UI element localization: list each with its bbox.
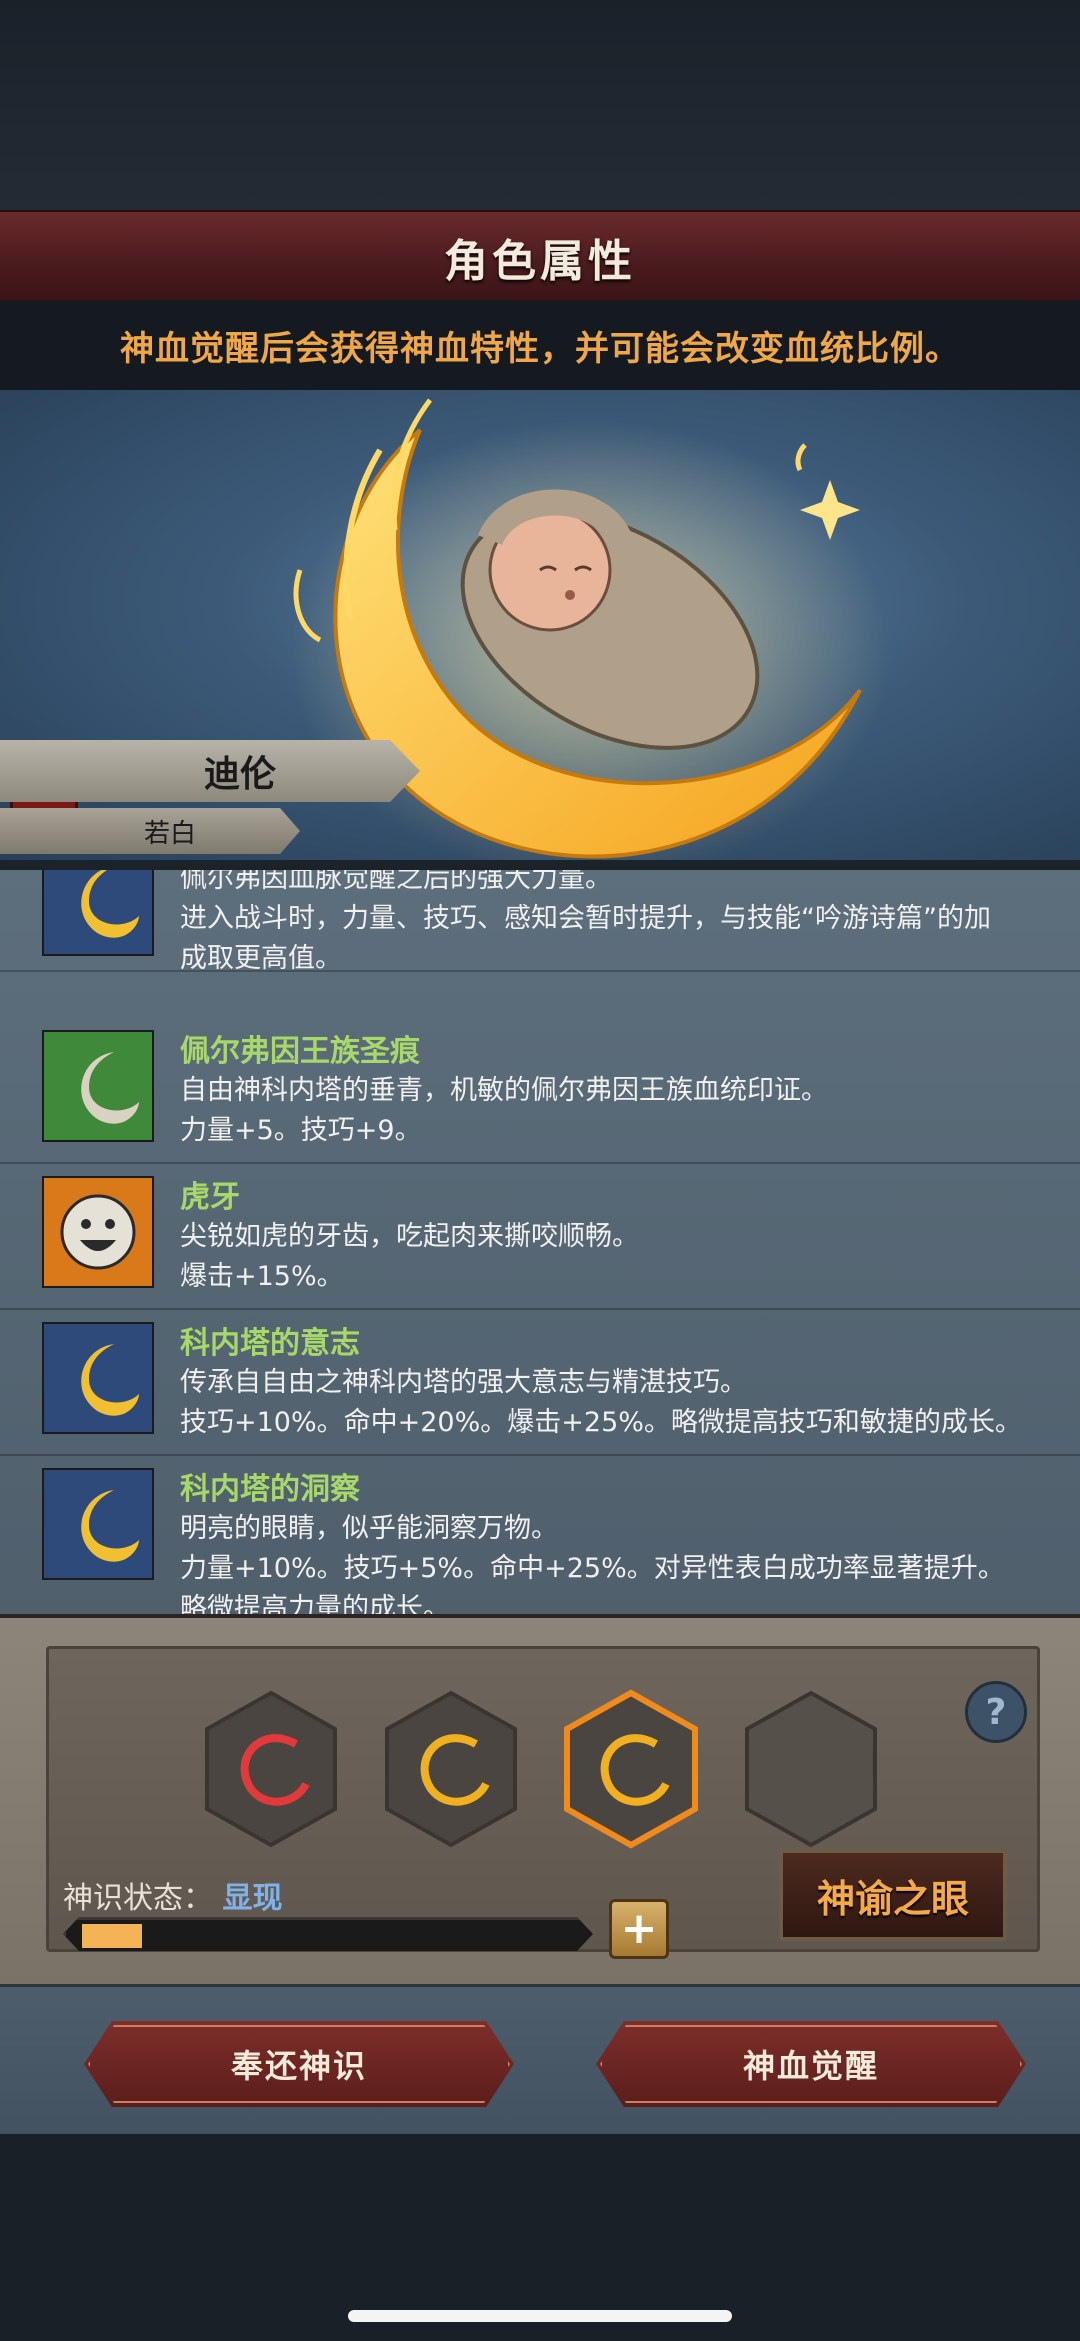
hint-text: 神血觉醒后会获得神血特性，并可能会改变血统比例。: [120, 328, 960, 369]
add-button[interactable]: +: [609, 1899, 669, 1959]
smiley-icon: [42, 1176, 154, 1288]
return-divine-label: 奉还神识: [230, 2047, 367, 2085]
trait-line: 明亮的眼睛，似乎能洞察万物。: [180, 1513, 558, 1544]
divine-status-label: 神识状态：: [63, 1881, 213, 1916]
trait-name: 虎牙: [180, 1180, 240, 1215]
trait-item[interactable]: 虎牙 尖锐如虎的牙齿，吃起肉来撕咬顺畅。 爆击+15%。: [0, 1162, 1080, 1310]
trait-list[interactable]: 佩尔弗因血脉觉醒之后的强大力量。 进入战斗时，力量、技巧、感知会暂时提升，与技能…: [0, 866, 1080, 1614]
action-bar: 奉还神识 神血觉醒: [0, 1984, 1080, 2137]
trait-item[interactable]: 科内塔的意志 传承自自由之神科内塔的强大意志与精湛技巧。 技巧+10%。命中+2…: [0, 1308, 1080, 1456]
hint-bar: 神血觉醒后会获得神血特性，并可能会改变血统比例。: [0, 300, 1080, 390]
divine-slot-gold-active[interactable]: [561, 1689, 701, 1849]
help-icon[interactable]: ?: [965, 1681, 1027, 1743]
moon-icon: [42, 1468, 154, 1580]
divine-progress-fill: [82, 1924, 142, 1948]
awaken-blood-button[interactable]: 神血觉醒: [596, 2021, 1026, 2107]
trait-line: 爆击+15%。: [180, 1261, 344, 1292]
divine-slot-empty[interactable]: [741, 1689, 881, 1849]
trait-line: 力量+5。技巧+9。: [180, 1115, 422, 1146]
trait-line: 尖锐如虎的牙齿，吃起肉来撕咬顺畅。: [180, 1221, 639, 1252]
return-divine-button[interactable]: 奉还神识: [84, 2021, 514, 2107]
trait-line: 佩尔弗因血脉觉醒之后的强大力量。: [180, 866, 612, 894]
divine-slot-red[interactable]: [201, 1689, 341, 1849]
trait-line: 技巧+10%。命中+20%。爆击+25%。略微提高技巧和敏捷的成长。: [180, 1407, 1022, 1438]
character-subtitle: 若白: [143, 818, 196, 849]
moon-icon: [42, 870, 154, 956]
character-subtitle-banner: 若白: [0, 808, 300, 854]
trait-name: 科内塔的洞察: [180, 1472, 360, 1507]
trait-line: 力量+10%。技巧+5%。命中+25%。对异性表白成功率显著提升。: [180, 1553, 1005, 1584]
moon-icon: [42, 1322, 154, 1434]
trait-line: 传承自自由之神科内塔的强大意志与精湛技巧。: [180, 1367, 747, 1398]
home-indicator[interactable]: [348, 2310, 732, 2322]
oracle-eye-label: 神谕之眼: [816, 1876, 969, 1921]
trait-item[interactable]: 佩尔弗因王族圣痕 自由神科内塔的垂青，机敏的佩尔弗因王族血统印证。 力量+5。技…: [0, 1016, 1080, 1164]
white-moon-icon: [42, 1030, 154, 1142]
awaken-blood-label: 神血觉醒: [742, 2047, 879, 2085]
divine-slots-panel: ? 神识状态： 显现 + 神谕之眼: [46, 1646, 1040, 1959]
divine-status: 神识状态： 显现: [63, 1873, 283, 1917]
trait-line: 略微提高力量的成长。: [180, 1593, 450, 1614]
divine-panel: ? 神识状态： 显现 + 神谕之眼: [0, 1614, 1080, 1988]
trait-name: 科内塔的意志: [180, 1326, 360, 1361]
trait-line: 进入战斗时，力量、技巧、感知会暂时提升，与技能“吟游诗篇”的加: [180, 903, 991, 934]
divine-status-value: 显现: [222, 1881, 283, 1916]
divine-progress-bar: [63, 1917, 593, 1951]
character-name-banner: 迪伦: [0, 740, 420, 802]
title-bar: 角色属性: [0, 210, 1080, 304]
divine-slot-gold[interactable]: [381, 1689, 521, 1849]
page-title: 角色属性: [444, 236, 636, 287]
trait-name: 佩尔弗因王族圣痕: [180, 1034, 420, 1069]
oracle-eye-button[interactable]: 神谕之眼: [779, 1849, 1007, 1941]
trait-item[interactable]: 佩尔弗因血脉觉醒之后的强大力量。 进入战斗时，力量、技巧、感知会暂时提升，与技能…: [0, 866, 1080, 974]
trait-item[interactable]: 科内塔的洞察 明亮的眼睛，似乎能洞察万物。 力量+10%。技巧+5%。命中+25…: [0, 1454, 1080, 1614]
character-name: 迪伦: [203, 754, 276, 795]
trait-line: 自由神科内塔的垂青，机敏的佩尔弗因王族血统印证。: [180, 1075, 828, 1106]
trait-line: 成取更高值。: [180, 943, 342, 974]
top-background: [0, 0, 1080, 210]
